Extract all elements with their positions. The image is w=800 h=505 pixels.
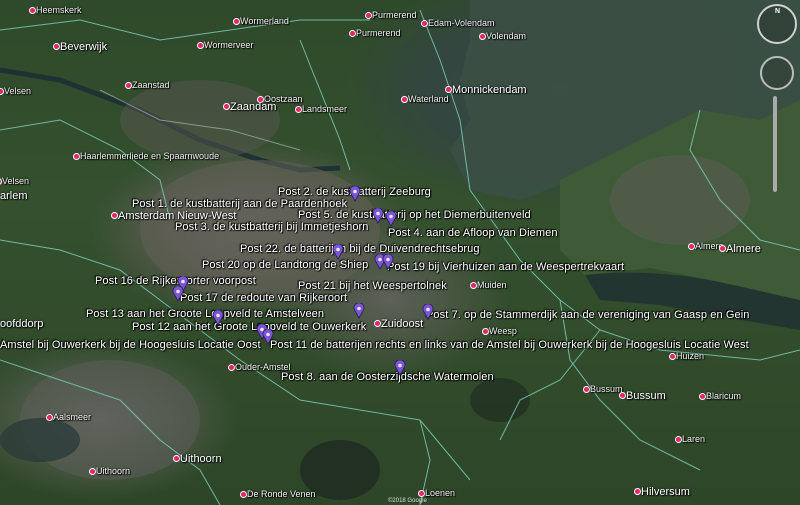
place-label[interactable]: Volendam [486,31,526,41]
place-dot [374,320,381,327]
place-dot [634,488,641,495]
post-label[interactable]: Post 5. de kustbatterij op het Diemerbui… [298,209,531,221]
place-label[interactable]: Velsen [2,176,29,186]
location-pin-icon[interactable] [332,244,344,260]
post-label[interactable]: Post 22. de batterijen bij de Duivendrec… [240,243,480,255]
post-label[interactable]: Post 3. de kustbatterij bij Immetjeshorn [175,221,369,233]
place-dot [125,82,132,89]
place-label[interactable]: Zaanstad [132,80,170,90]
place-dot [688,243,695,250]
location-pin-icon[interactable] [353,303,365,319]
place-dot [173,455,180,462]
satellite-map[interactable]: Heemskerk Purmerend Edam-Volendam Volendam W… [0,0,800,505]
place-dot [583,386,590,393]
location-pin-icon[interactable] [385,211,397,227]
post-label[interactable]: Post 7. op de Stammerdijk aan de verenig… [426,309,749,321]
place-dot [470,282,477,289]
location-pin-icon[interactable] [394,360,406,376]
place-label[interactable]: Blaricum [706,391,741,401]
north-label: N [775,8,781,15]
location-pin-icon[interactable] [172,286,184,302]
place-dot [89,468,96,475]
location-pin-icon[interactable] [349,186,361,202]
post-label[interactable]: Post 11 de batterijen rechts en links va… [270,339,749,351]
post-label[interactable]: Post 19 bij Vierhuizen aan de Weespertre… [387,261,624,273]
post-label[interactable]: Post 8. aan de Oosterzijdsche Watermolen [281,371,494,383]
place-label[interactable]: Laren [682,434,705,444]
place-dot [240,491,247,498]
place-dot [445,86,452,93]
place-label[interactable]: Purmerend [356,28,401,38]
place-label[interactable]: Hilversum [641,486,690,498]
place-label[interactable]: Weesp [489,326,517,336]
place-dot [482,328,489,335]
place-label[interactable]: Heemskerk [36,5,82,15]
place-dot [421,20,428,27]
post-label[interactable]: Amstel bij Ouwerkerk bij de Hoogesluis L… [0,339,261,351]
place-label[interactable]: Beverwijk [60,41,107,53]
place-dot [669,353,676,360]
place-dot [53,43,60,50]
place-dot [365,12,372,19]
place-dot [233,18,240,25]
place-label[interactable]: Huizen [676,351,704,361]
place-dot [29,7,36,14]
place-dot [719,245,726,252]
place-label[interactable]: Almere [726,243,761,255]
navigation-controls: N [754,4,797,194]
post-label[interactable]: Post 12 aan het Groote Loopveld te Ouwer… [132,321,366,333]
zoom-slider[interactable] [773,96,777,192]
place-label[interactable]: Monnickendam [452,84,527,96]
place-dot [479,33,486,40]
location-pin-icon[interactable] [372,208,384,224]
place-dot [223,103,230,110]
place-dot [401,96,408,103]
place-label[interactable]: arlem [0,190,28,202]
place-dot [46,414,53,421]
compass-control[interactable]: N [757,4,797,44]
place-label[interactable]: oofddorp [0,318,43,330]
location-pin-icon[interactable] [382,254,394,270]
place-label[interactable]: Muiden [477,280,507,290]
post-label[interactable]: Post 13 aan het Groote Loopveld te Amste… [86,308,324,320]
place-label[interactable]: Bussum [590,384,623,394]
place-label[interactable]: Haarlemmerliede en Spaarnwoude [80,151,219,161]
place-dot [228,364,235,371]
place-dot [619,392,626,399]
place-label[interactable]: Zaandam [230,101,276,113]
place-label[interactable]: Waterland [408,94,449,104]
place-label[interactable]: Purmerend [372,10,417,20]
place-dot [418,490,425,497]
pan-control[interactable] [760,56,794,90]
location-pin-icon[interactable] [212,310,224,326]
place-label[interactable]: Uithoorn [96,466,130,476]
location-pin-icon[interactable] [262,329,274,345]
place-dot [295,106,302,113]
location-pin-icon[interactable] [422,304,434,320]
place-label[interactable]: Velsen [4,86,31,96]
place-label[interactable]: De Ronde Venen [247,489,316,499]
place-label[interactable]: Bussum [626,390,666,402]
place-dot [197,42,204,49]
place-label[interactable]: Edam-Volendam [428,18,495,28]
place-dot [699,393,706,400]
place-label[interactable]: Zuidoost [381,318,423,330]
post-label[interactable]: Post 21 bij het Weespertolnek [298,280,447,292]
place-dot [349,30,356,37]
post-label[interactable]: Post 20 op de Landtong de Shiep [202,259,368,271]
place-dot [111,212,118,219]
place-dot [73,153,80,160]
post-label[interactable]: Post 17 de redoute van Rijkeroort [180,292,347,304]
copyright: ©2018 Google [388,498,427,504]
place-label[interactable]: Wormerland [240,16,289,26]
place-label[interactable]: Aalsmeer [53,412,91,422]
place-dot [675,436,682,443]
place-label[interactable]: Landsmeer [302,104,347,114]
place-label[interactable]: Uithoorn [180,453,222,465]
place-label[interactable]: Wormerveer [204,40,253,50]
post-label[interactable]: Post 4. aan de Afloop van Diemen [388,227,558,239]
place-label[interactable]: Loenen [425,488,455,498]
